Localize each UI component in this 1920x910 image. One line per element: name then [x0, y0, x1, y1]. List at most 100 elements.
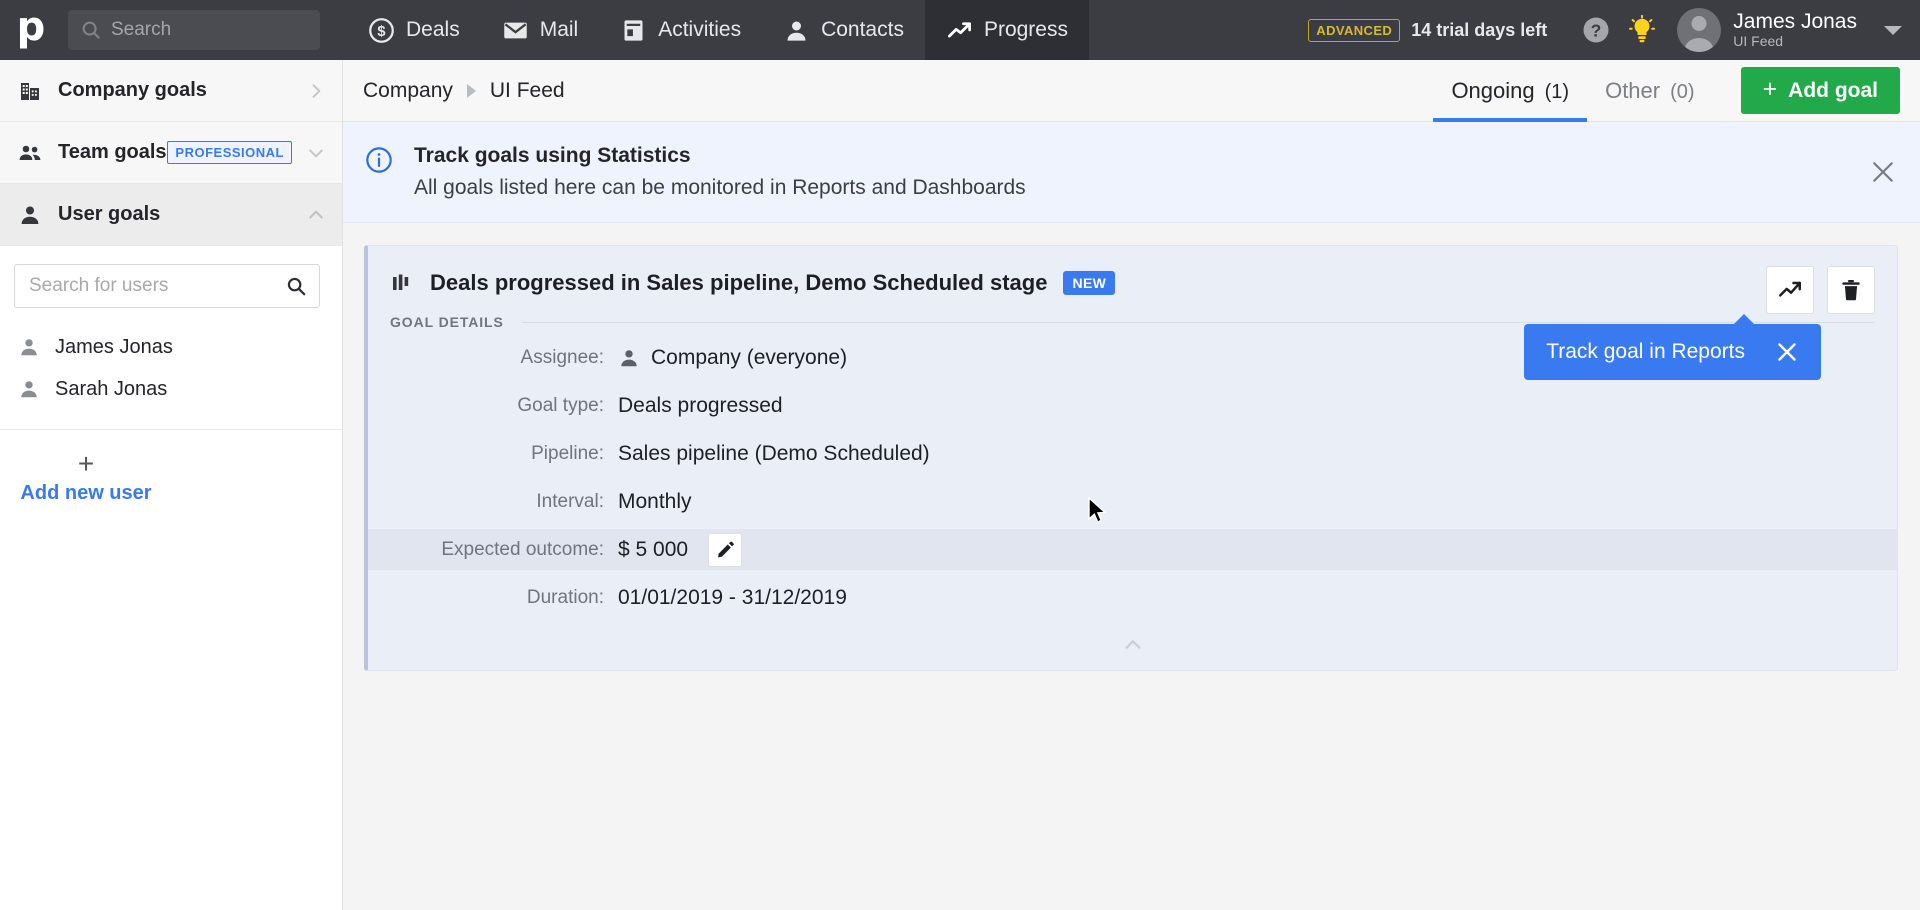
edit-expected-outcome-button[interactable]: [708, 532, 743, 567]
team-people-icon: [18, 141, 42, 165]
avatar: [1677, 8, 1722, 52]
detail-value-wrap: Sales pipeline (Demo Scheduled): [618, 442, 930, 466]
sidebar-item-company-goals[interactable]: Company goals: [0, 60, 342, 122]
nav-item-progress[interactable]: Progress: [924, 0, 1089, 60]
professional-badge: PROFESSIONAL: [167, 141, 292, 164]
nav-item-mail[interactable]: Mail: [481, 0, 600, 60]
user-search-box[interactable]: [14, 264, 320, 308]
user-person-icon: [18, 378, 40, 400]
sidebar-label-company-goals: Company goals: [58, 79, 207, 101]
mail-envelope-icon: [502, 17, 529, 44]
logo-text: p: [16, 4, 46, 50]
detail-value-wrap: $ 5 000: [618, 532, 743, 567]
detail-value: $ 5 000: [618, 537, 689, 561]
delete-goal-button[interactable]: [1827, 266, 1875, 314]
detail-row-duration: Duration: 01/01/2019 - 31/12/2019: [368, 577, 1897, 618]
user-item-name: Sarah Jonas: [55, 377, 168, 400]
goal-card-actions: [1766, 266, 1875, 314]
detail-label: Interval:: [536, 490, 604, 512]
goal-card-container: Deals progressed in Sales pipeline, Demo…: [343, 223, 1920, 671]
help-button[interactable]: ?: [1573, 7, 1619, 53]
chevron-up-icon: [306, 205, 326, 225]
tab-ongoing[interactable]: Ongoing (1): [1433, 60, 1588, 122]
user-item-name: James Jonas: [55, 335, 173, 358]
sidebar-label-team-goals: Team goals: [58, 141, 167, 163]
close-x-icon[interactable]: [1775, 340, 1799, 364]
goal-card-header: Deals progressed in Sales pipeline, Demo…: [368, 246, 1897, 302]
help-question-icon: ?: [1581, 15, 1611, 45]
app-logo[interactable]: p: [0, 0, 62, 60]
search-icon[interactable]: [285, 275, 307, 297]
detail-value: Sales pipeline (Demo Scheduled): [618, 441, 930, 465]
tab-other[interactable]: Other (0): [1587, 60, 1712, 122]
section-divider: [521, 321, 1875, 323]
sidebar-label-user-goals: User goals: [58, 203, 161, 225]
user-menu[interactable]: James Jonas UI Feed: [1677, 8, 1906, 52]
detail-row-goal-type: Goal type: Deals progressed: [368, 385, 1897, 426]
sidebar: Company goals Team goals PROFESSIONAL Us…: [0, 60, 343, 910]
nav-label-deals: Deals: [406, 18, 460, 41]
user-search-container: [0, 246, 342, 308]
search-input[interactable]: [111, 19, 301, 41]
nav-item-activities[interactable]: Activities: [599, 0, 762, 60]
collapse-goal-card-button[interactable]: [368, 628, 1897, 662]
detail-value-wrap: Monthly: [618, 490, 692, 514]
detail-value: Deals progressed: [618, 393, 783, 417]
goal-details-label: GOAL DETAILS: [390, 314, 504, 330]
detail-label: Assignee:: [520, 346, 604, 368]
breadcrumb-current: UI Feed: [489, 78, 565, 102]
tab-ongoing-label: Ongoing: [1451, 77, 1535, 103]
search-icon: [80, 19, 102, 41]
chevron-down-icon[interactable]: [1884, 25, 1902, 35]
goal-status-tabs: Ongoing (1) Other (0) + Add goal: [1433, 60, 1900, 122]
trash-icon: [1838, 277, 1864, 303]
detail-label: Goal type:: [517, 394, 604, 416]
tab-other-label: Other: [1605, 77, 1661, 103]
track-in-reports-button[interactable]: [1766, 266, 1814, 314]
user-search-input[interactable]: [29, 275, 285, 297]
user-person-icon: [18, 336, 40, 358]
detail-value: 01/01/2019 - 31/12/2019: [618, 585, 847, 609]
detail-value-wrap: Deals progressed: [618, 394, 783, 418]
top-navigation-bar: p $ Deals Mail Activities: [0, 0, 1920, 60]
trial-status: ADVANCED 14 trial days left: [1308, 18, 1547, 42]
global-search[interactable]: [68, 10, 320, 50]
chevron-right-icon: [306, 81, 326, 101]
tips-button[interactable]: [1619, 7, 1665, 53]
list-item[interactable]: James Jonas: [0, 326, 342, 368]
primary-nav-items: $ Deals Mail Activities Contacts Progres…: [347, 0, 1089, 60]
sidebar-item-user-goals[interactable]: User goals: [0, 184, 342, 246]
nav-label-activities: Activities: [658, 18, 742, 41]
info-banner-subtitle: All goals listed here can be monitored i…: [414, 176, 1026, 199]
track-goal-tooltip: Track goal in Reports: [1524, 314, 1821, 380]
tooltip-label: Track goal in Reports: [1546, 340, 1745, 363]
nav-item-deals[interactable]: $ Deals: [347, 0, 481, 60]
tab-ongoing-count: (1): [1544, 80, 1570, 103]
add-goal-button[interactable]: + Add goal: [1740, 67, 1900, 114]
plus-icon: +: [1762, 75, 1778, 103]
add-new-user-label: Add new user: [20, 482, 152, 504]
chevron-up-icon: [1122, 634, 1144, 656]
deals-dollar-icon: $: [368, 17, 395, 44]
nav-label-mail: Mail: [539, 18, 579, 41]
user-identity: James Jonas UI Feed: [1733, 10, 1857, 49]
detail-row-expected-outcome[interactable]: Expected outcome: $ 5 000: [368, 529, 1897, 570]
close-x-icon[interactable]: [1870, 159, 1896, 185]
sidebar-item-team-goals[interactable]: Team goals PROFESSIONAL: [0, 122, 342, 184]
detail-value: Company (everyone): [651, 345, 848, 369]
info-circle-icon: [365, 146, 393, 174]
user-person-icon: [18, 203, 42, 227]
detail-row-interval: Interval: Monthly: [368, 481, 1897, 522]
goal-card-title: Deals progressed in Sales pipeline, Demo…: [430, 270, 1048, 295]
nav-item-contacts[interactable]: Contacts: [762, 0, 925, 60]
detail-label: Pipeline:: [531, 442, 604, 464]
nav-label-progress: Progress: [983, 18, 1068, 41]
add-new-user-button[interactable]: + Add new user: [0, 430, 172, 505]
breadcrumb-parent[interactable]: Company: [363, 79, 453, 103]
plus-icon: +: [77, 448, 95, 479]
lightbulb-icon: [1627, 14, 1657, 45]
goal-card: Deals progressed in Sales pipeline, Demo…: [364, 245, 1898, 671]
list-item[interactable]: Sarah Jonas: [0, 368, 342, 410]
info-banner-text: Track goals using Statistics All goals l…: [414, 144, 1026, 200]
plan-badge: ADVANCED: [1308, 18, 1401, 42]
